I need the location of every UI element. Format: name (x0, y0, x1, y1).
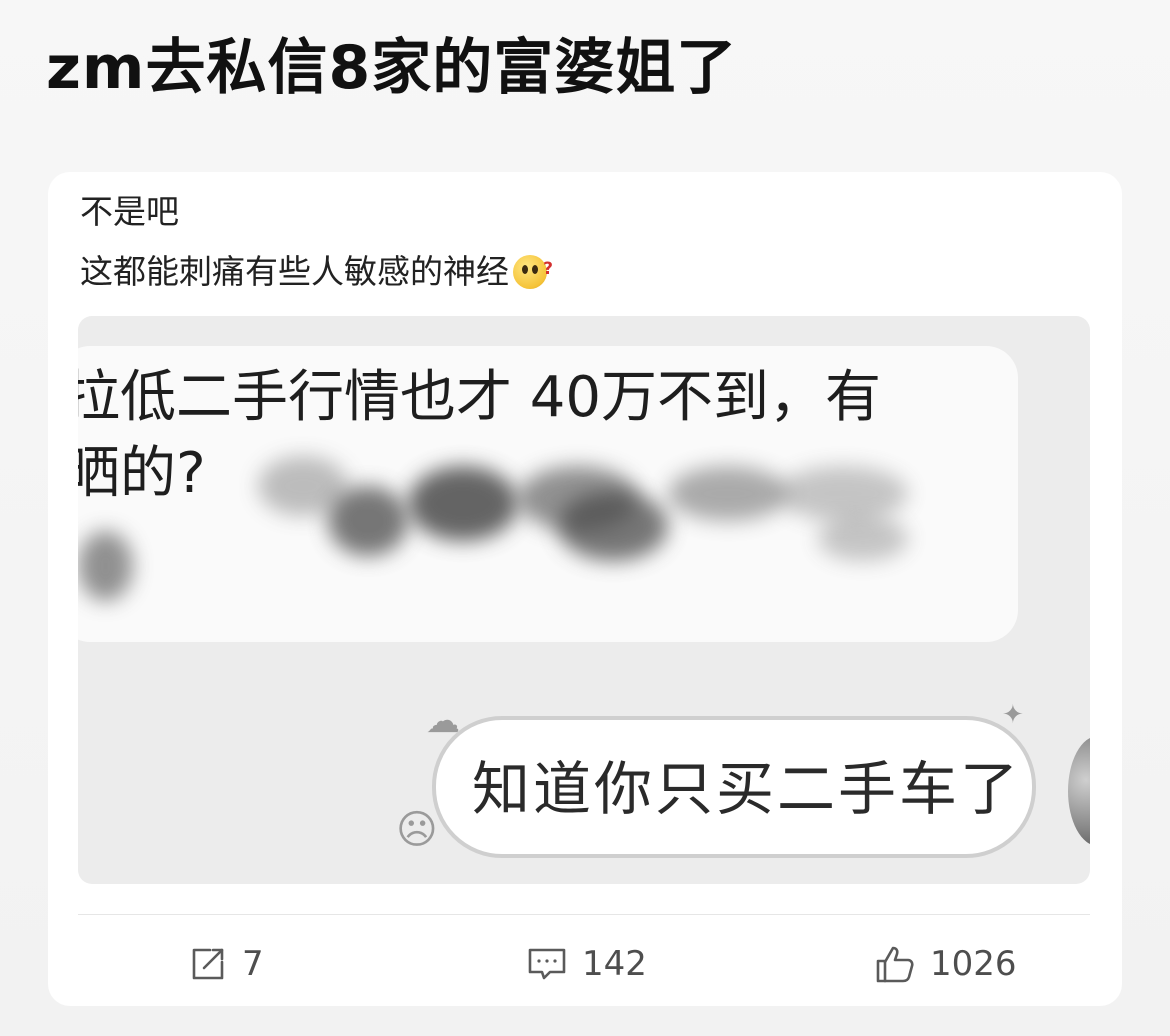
blur-smudge (558, 491, 668, 561)
blur-smudge (818, 516, 908, 561)
post-image[interactable]: 拉低二手行情也才 40万不到，有 晒的? ☁ ✦ ☹ 知道你只买二手车了 (78, 316, 1090, 884)
chat-bubble-left-line-2-text: 晒的? (78, 441, 206, 506)
chat-bubble-right-text: 知道你只买二手车了 (472, 755, 1022, 823)
melted-face-doodle-icon: ☹ (396, 807, 438, 853)
blur-smudge (778, 466, 908, 521)
share-icon (192, 948, 224, 980)
post-card[interactable]: 不是吧 这都能刺痛有些人敏感的神经? 拉低二手行情也才 40万不到，有 晒的? … (48, 172, 1122, 1006)
comment-icon (528, 948, 566, 980)
like-count: 1026 (930, 944, 1017, 984)
comment-count: 142 (582, 944, 647, 984)
blur-smudge (408, 466, 518, 541)
avatar (1068, 736, 1090, 846)
confused-face-emoji-icon: ? (513, 255, 553, 289)
comment-button[interactable]: 142 (526, 942, 647, 986)
post-text-line-1: 不是吧 (80, 192, 179, 231)
like-button[interactable]: 1026 (874, 942, 1017, 986)
share-count: 7 (242, 944, 264, 984)
page: zm去私信8家的富婆姐了 不是吧 这都能刺痛有些人敏感的神经? 拉低二手行情也才… (0, 0, 1170, 1036)
post-text-line-2: 这都能刺痛有些人敏感的神经? (80, 250, 553, 294)
chat-bubble-right: 知道你只买二手车了 (432, 716, 1036, 858)
thumbs-up-icon (876, 946, 914, 983)
blur-smudge (328, 486, 408, 556)
blur-smudge (668, 466, 788, 521)
sparkle-doodle-icon: ✦ (1002, 700, 1024, 730)
headline: zm去私信8家的富婆姐了 (46, 33, 738, 103)
divider (78, 914, 1090, 915)
blur-smudge (78, 531, 133, 601)
post-text-line-2-text: 这都能刺痛有些人敏感的神经 (80, 252, 509, 291)
share-button[interactable]: 7 (188, 942, 264, 986)
chat-bubble-left-line-1: 拉低二手行情也才 40万不到，有 (78, 365, 882, 430)
